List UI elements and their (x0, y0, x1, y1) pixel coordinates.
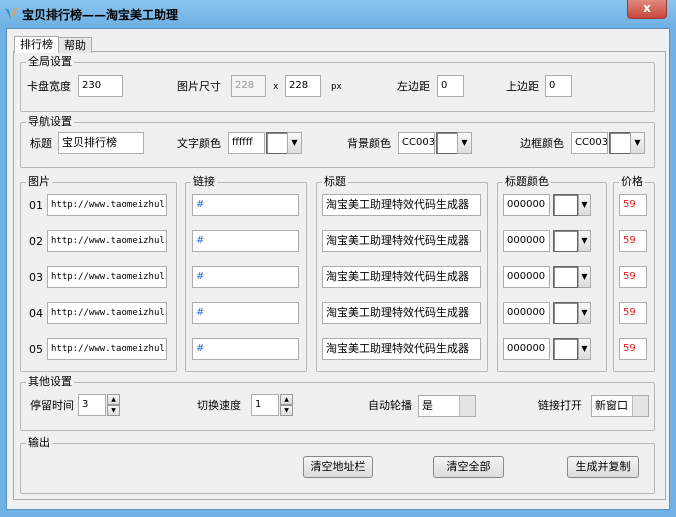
row-number: 01 (29, 199, 43, 212)
chevron-down-icon[interactable]: ▼ (578, 194, 591, 216)
title-color-swatch[interactable] (553, 338, 578, 360)
top-margin-label: 上边距 (506, 80, 539, 93)
image-height-input[interactable]: 228 (285, 75, 321, 97)
image-url-input[interactable]: http://www.taomeizhuli (47, 302, 167, 324)
title-color-input[interactable]: 000000 (503, 230, 550, 252)
row-number: 04 (29, 307, 43, 320)
switch-speed-label: 切换速度 (197, 399, 241, 412)
border-color-input[interactable]: CC0033 (571, 132, 608, 154)
nav-settings-legend: 导航设置 (26, 115, 74, 128)
title-color-swatch[interactable] (553, 194, 578, 216)
bg-color-label: 背景颜色 (347, 137, 391, 150)
image-url-input[interactable]: http://www.taomeizhuli (47, 230, 167, 252)
chevron-down-icon[interactable]: ▼ (630, 132, 645, 154)
left-margin-input[interactable]: 0 (437, 75, 464, 97)
stay-time-input[interactable]: 3 (78, 394, 106, 416)
chevron-down-icon[interactable]: ▼ (287, 132, 302, 154)
window-title: 宝贝排行榜——淘宝美工助理 (22, 8, 179, 22)
image-url-input[interactable]: http://www.taomeizhuli (47, 266, 167, 288)
title-input[interactable]: 淘宝美工助理特效代码生成器 (322, 194, 481, 216)
text-color-label: 文字颜色 (177, 137, 221, 150)
price-input[interactable]: 59 (619, 338, 647, 360)
tab-ranking[interactable]: 排行榜 (14, 36, 59, 53)
border-color-label: 边框颜色 (520, 137, 564, 150)
price-input[interactable]: 59 (619, 230, 647, 252)
link-input[interactable]: # (192, 194, 299, 216)
row-number: 02 (29, 235, 43, 248)
price-input[interactable]: 59 (619, 194, 647, 216)
row-number: 03 (29, 271, 43, 284)
image-column-legend: 图片 (26, 175, 52, 188)
tab-help[interactable]: 帮助 (58, 37, 92, 53)
px-label: px (331, 82, 342, 92)
chevron-down-icon[interactable]: ▼ (578, 338, 591, 360)
link-column-legend: 链接 (191, 175, 217, 188)
other-settings-legend: 其他设置 (26, 375, 74, 388)
title-input[interactable]: 淘宝美工助理特效代码生成器 (322, 266, 481, 288)
title-color-column-legend: 标题颜色 (503, 175, 551, 188)
image-size-label: 图片尺寸 (177, 80, 221, 93)
title-input[interactable]: 淘宝美工助理特效代码生成器 (322, 338, 481, 360)
link-input[interactable]: # (192, 338, 299, 360)
chevron-down-icon[interactable]: ▼ (578, 266, 591, 288)
global-settings-legend: 全局设置 (26, 55, 74, 68)
output-legend: 输出 (26, 436, 52, 449)
spin-up-icon[interactable]: ▲ (107, 394, 120, 405)
title-color-input[interactable]: 000000 (503, 266, 550, 288)
title-color-swatch[interactable] (553, 266, 578, 288)
row-number: 05 (29, 343, 43, 356)
generate-copy-button[interactable]: 生成并复制 (567, 456, 639, 478)
times-label: x (273, 82, 279, 92)
border-color-swatch[interactable] (609, 132, 631, 154)
price-input[interactable]: 59 (619, 302, 647, 324)
title-input[interactable]: 淘宝美工助理特效代码生成器 (322, 230, 481, 252)
title-color-input[interactable]: 000000 (503, 338, 550, 360)
card-width-input[interactable]: 230 (78, 75, 123, 97)
title-column-legend: 标题 (322, 175, 348, 188)
title-color-input[interactable]: 000000 (503, 194, 550, 216)
price-column-legend: 价格 (619, 175, 645, 188)
spin-up-icon[interactable]: ▲ (280, 394, 293, 405)
price-input[interactable]: 59 (619, 266, 647, 288)
link-input[interactable]: # (192, 230, 299, 252)
clear-all-button[interactable]: 清空全部 (433, 456, 504, 478)
title-input[interactable]: 淘宝美工助理特效代码生成器 (322, 302, 481, 324)
text-color-input[interactable]: ffffff (228, 132, 265, 154)
dropdown-button[interactable] (632, 396, 648, 416)
app-logo-icon (5, 7, 18, 19)
chevron-down-icon[interactable]: ▼ (578, 230, 591, 252)
clear-address-button[interactable]: 清空地址栏 (303, 456, 373, 478)
link-input[interactable]: # (192, 266, 299, 288)
autoplay-label: 自动轮播 (368, 399, 412, 412)
dropdown-button[interactable] (459, 396, 475, 416)
nav-title-label: 标题 (30, 137, 52, 150)
bg-color-swatch[interactable] (436, 132, 458, 154)
text-color-swatch[interactable] (266, 132, 288, 154)
close-button[interactable]: x (627, 0, 667, 19)
bg-color-input[interactable]: CC0033 (398, 132, 435, 154)
left-margin-label: 左边距 (397, 80, 430, 93)
image-url-input[interactable]: http://www.taomeizhuli (47, 338, 167, 360)
spin-down-icon[interactable]: ▼ (107, 405, 120, 416)
switch-speed-input[interactable]: 1 (251, 394, 279, 416)
image-url-input[interactable]: http://www.taomeizhuli (47, 194, 167, 216)
title-color-swatch[interactable] (553, 302, 578, 324)
title-color-input[interactable]: 000000 (503, 302, 550, 324)
top-margin-input[interactable]: 0 (545, 75, 572, 97)
chevron-down-icon[interactable]: ▼ (578, 302, 591, 324)
spin-down-icon[interactable]: ▼ (280, 405, 293, 416)
title-color-swatch[interactable] (553, 230, 578, 252)
nav-title-input[interactable]: 宝贝排行榜 (58, 132, 144, 154)
chevron-down-icon[interactable]: ▼ (457, 132, 472, 154)
link-input[interactable]: # (192, 302, 299, 324)
link-open-label: 链接打开 (538, 399, 582, 412)
image-width-input[interactable]: 228 (231, 75, 266, 97)
card-width-label: 卡盘宽度 (27, 80, 71, 93)
stay-time-label: 停留时间 (30, 399, 74, 412)
